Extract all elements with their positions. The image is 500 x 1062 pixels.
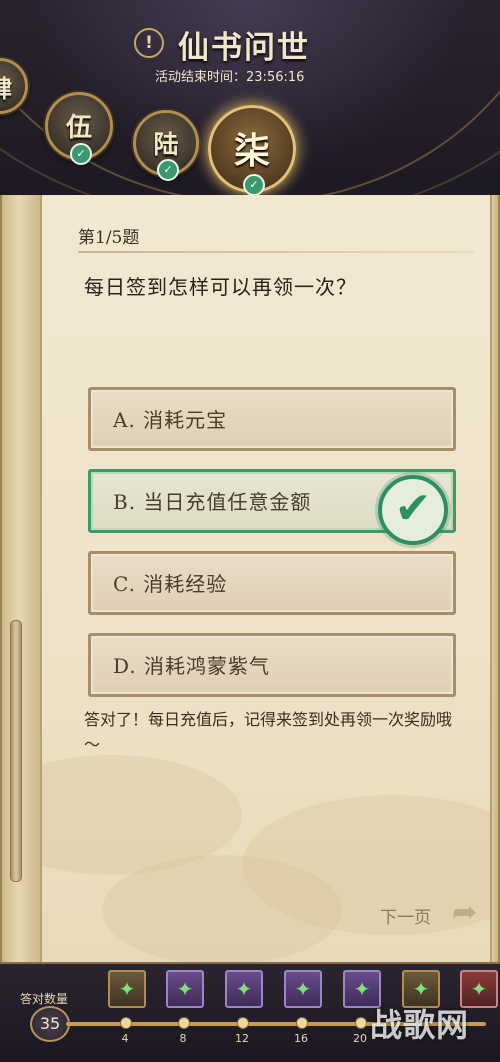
option-c-button[interactable]: C. 消耗经验 [88,551,456,615]
milestone-label: 12 [235,1032,249,1045]
cloud-decoration [102,855,342,965]
chapter-medal-6[interactable]: 陆 ✓ [133,110,199,181]
next-page-button[interactable]: 下一页 [380,903,431,928]
timer-value: 23:56:16 [246,70,305,85]
event-timer: 活动结束时间：23:56:16 [155,66,304,85]
info-icon[interactable]: ! [134,28,164,58]
reward-icon[interactable]: ✦ [166,970,204,1008]
answer-feedback: 答对了！每日充值后，记得来签到处再领一次奖励哦～ [84,710,453,754]
question-progress: 第1/5题 [78,228,140,248]
option-label: C. 消耗经验 [113,572,228,596]
option-label: A. 消耗元宝 [113,408,228,432]
correct-count-badge: 35 [30,1006,70,1042]
milestone-dot [120,1017,132,1029]
milestone-label: 16 [294,1032,308,1045]
page-title: 仙书问世 [178,30,310,66]
header: ! 仙书问世 活动结束时间：23:56:16 肆 伍 ✓ 陆 ✓ 柒 ✓ [0,0,500,200]
scroll-rod [10,620,22,882]
option-d-button[interactable]: D. 消耗鸿蒙紫气 [88,633,456,697]
quiz-panel: 第1/5题 每日签到怎样可以再领一次？ A. 消耗元宝 B. 当日充值任意金额 … [40,195,492,965]
reward-icon[interactable]: ✦ [284,970,322,1008]
chapter-medal-5[interactable]: 伍 ✓ [45,92,113,165]
question-text: 每日签到怎样可以再领一次？ [84,275,357,299]
divider [78,251,474,253]
milestone-label: 4 [121,1032,129,1045]
reward-icon[interactable]: ✦ [108,970,146,1008]
chapter-label: 伍 [65,113,92,143]
timer-label: 活动结束时间： [155,70,247,85]
correct-count-label: 答对数量 [20,992,69,1006]
milestone-label: 8 [179,1032,187,1045]
option-label: B. 当日充值任意金额 [113,490,312,514]
milestone-dot [237,1017,249,1029]
check-icon: ✓ [70,143,92,165]
option-label: D. 消耗鸿蒙紫气 [113,654,271,678]
milestone-dot [355,1017,367,1029]
option-a-button[interactable]: A. 消耗元宝 [88,387,456,451]
correct-check-icon: ✔ [378,475,448,545]
chapter-medal-7[interactable]: 柒 ✓ [208,105,296,196]
reward-icon[interactable]: ✦ [225,970,263,1008]
chapter-label: 肆 [0,69,25,104]
chapter-label: 陆 [153,130,179,159]
chapter-label: 柒 [233,130,270,172]
arrow-icon[interactable]: ➦ [452,895,477,930]
check-icon: ✓ [157,159,179,181]
site-watermark: 战歌网 [370,1006,470,1044]
check-icon: ✓ [243,174,265,196]
milestone-dot [178,1017,190,1029]
milestone-dot [296,1017,308,1029]
